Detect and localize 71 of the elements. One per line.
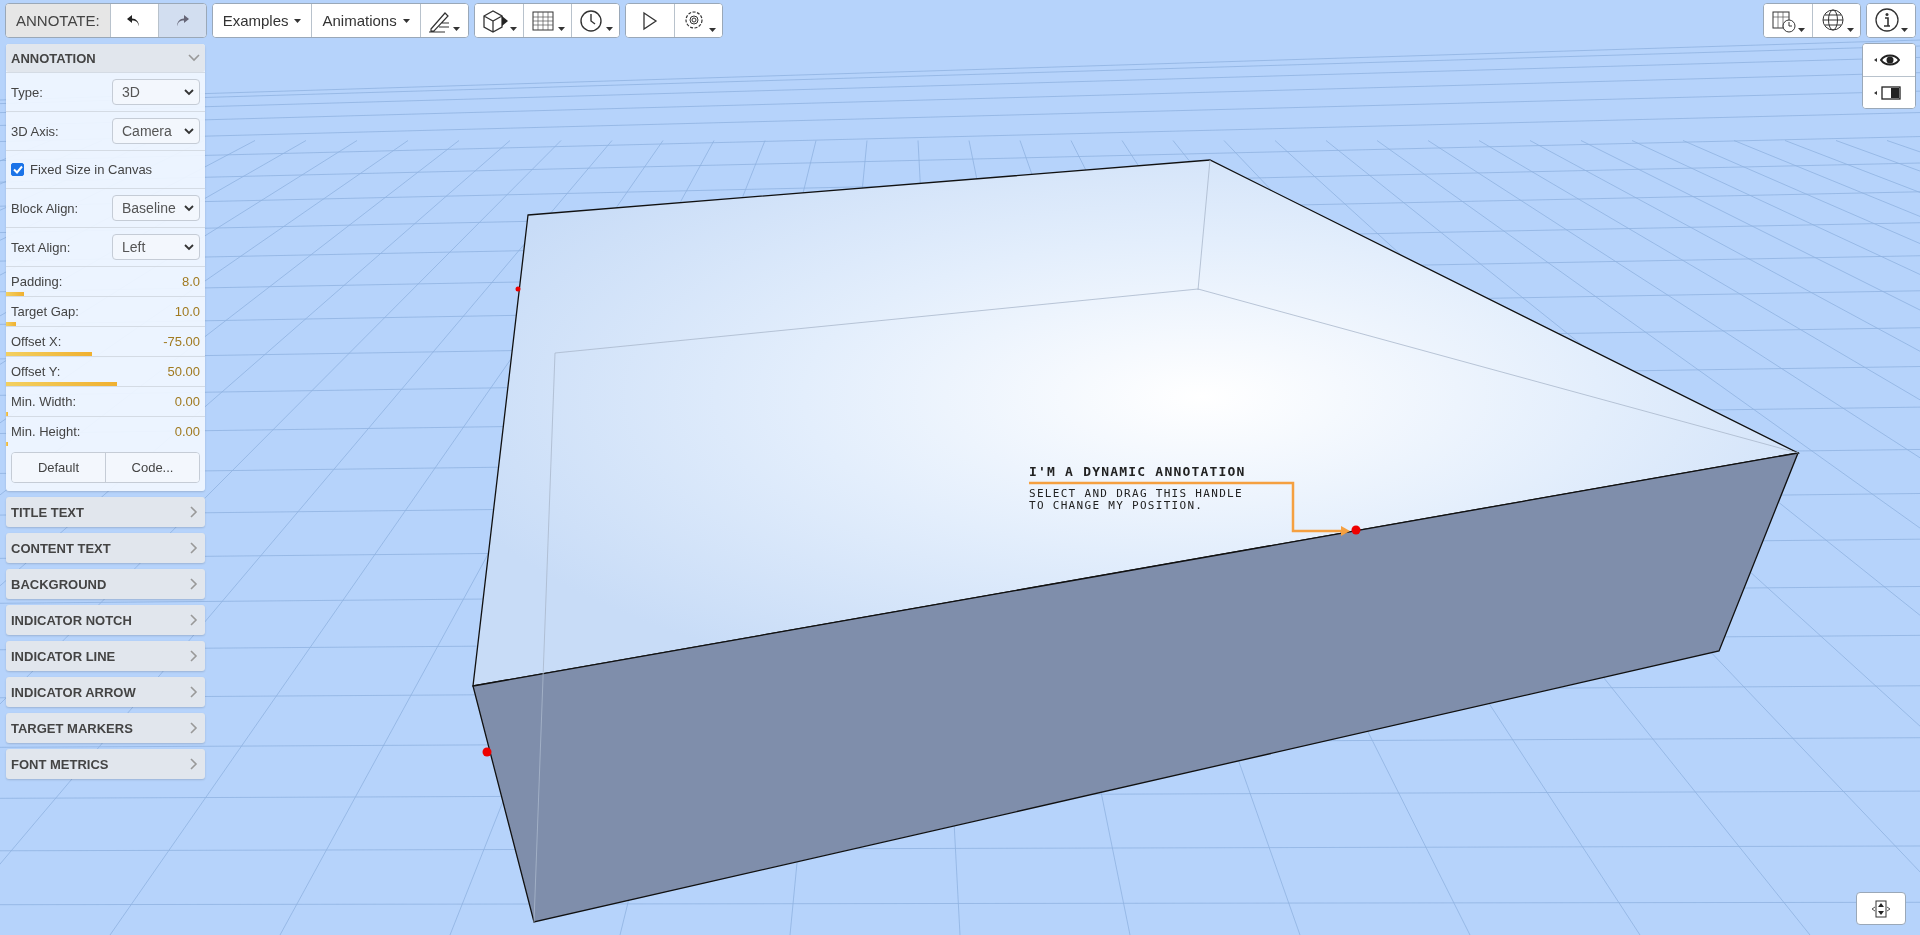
section-header[interactable]: INDICATOR LINE [6,641,205,671]
field-label: Target Gap: [11,304,79,319]
slider-value: 0.00 [174,394,200,409]
panel-button[interactable]: Code... [105,453,199,482]
dropdown[interactable]: Left [112,234,200,260]
field-label: Padding: [11,274,63,289]
chevron-icon [188,52,200,64]
up-down-icon [1870,898,1892,919]
target-marker[interactable] [515,286,521,292]
slider[interactable]: Offset Y: 50.00 [6,356,205,386]
chevron-icon [184,204,194,212]
pen-icon[interactable] [419,4,468,37]
field-label: Text Align: [11,239,71,255]
chevron-icon [188,506,200,518]
field-label: 3D Axis: [11,123,59,139]
dropdown[interactable]: Baseline [112,195,200,221]
clock-icon[interactable] [570,4,619,37]
info-icon[interactable] [1867,4,1915,37]
globe-icon[interactable] [1812,4,1860,37]
field-label: Min. Height: [11,424,81,439]
slider[interactable]: Padding: 8.0 [6,266,205,296]
section-header[interactable]: FONT METRICS [6,749,205,779]
panel-button[interactable]: Default [12,453,105,482]
field-label: Block Align: [11,200,79,216]
target-marker[interactable] [482,747,492,757]
chevron-icon [188,650,200,662]
section-header[interactable]: INDICATOR ARROW [6,677,205,707]
dropdown[interactable]: 3D [112,79,200,105]
slider-value: 0.00 [174,424,200,439]
annotation-text: SELECT AND DRAG THIS HANDLE [1029,487,1243,500]
annotation-title: I'M A DYNAMIC ANNOTATION [1029,464,1246,479]
slider-value: -75.00 [163,334,200,349]
field-label: Min. Width: [11,394,76,409]
slider[interactable]: Target Gap: 10.0 [6,296,205,326]
chevron-icon [184,127,194,135]
checkbox[interactable] [11,163,24,176]
mode-label: ANNOTATE: [6,4,110,37]
field-label: Offset X: [11,334,62,349]
chevron-icon [188,542,200,554]
chevron-icon [188,578,200,590]
slider[interactable]: Min. Width: 0.00 [6,386,205,416]
checkbox-label: Fixed Size in Canvas [30,162,153,177]
chevron-icon [188,686,200,698]
chevron-icon [184,243,194,251]
layout-button[interactable] [1863,76,1915,108]
drag-handle[interactable] [1351,525,1361,535]
chevron-icon [188,614,200,626]
indicator-arrow [1341,526,1350,536]
annotation-text: TO CHANGE MY POSITION. [1029,499,1204,512]
settings-icon[interactable] [673,4,722,37]
slider[interactable]: Offset X: -75.00 [6,326,205,356]
slider-value: 8.0 [181,274,200,289]
chevron-icon [188,722,200,734]
chevron-icon [188,758,200,770]
section-header[interactable]: INDICATOR NOTCH [6,605,205,635]
panel-header[interactable]: ANNOTATION [6,44,205,72]
field-label: Type: [11,84,43,100]
fit-view-button[interactable] [1856,892,1906,925]
slider[interactable]: Min. Height: 0.00 [6,416,205,446]
section-header[interactable]: TARGET MARKERS [6,713,205,743]
section-header[interactable]: TITLE TEXT [6,497,205,527]
slider-value: 10.0 [174,304,200,319]
slider-value: 50.00 [167,364,200,379]
field-label: Offset Y: [11,364,61,379]
redo-arrow-icon [174,13,191,28]
caret-icon [402,18,410,23]
section-header[interactable]: CONTENT TEXT [6,533,205,563]
caret-icon [294,18,302,23]
dropdown[interactable]: Camera [112,118,200,144]
chevron-icon [184,88,194,96]
section-header[interactable]: BACKGROUND [6,569,205,599]
